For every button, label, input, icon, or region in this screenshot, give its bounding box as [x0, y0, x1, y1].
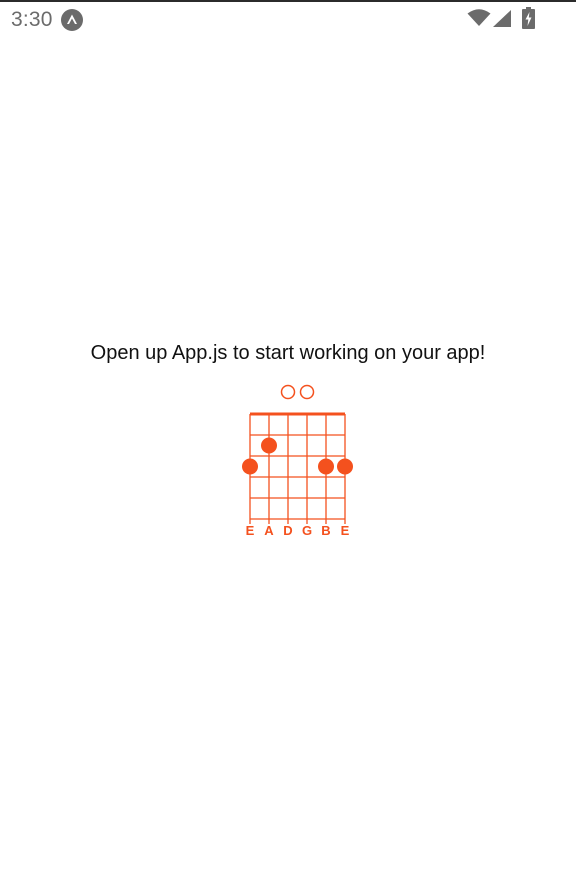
string-label: D	[283, 523, 292, 538]
status-time: 3:30	[11, 8, 53, 31]
finger-dot	[318, 458, 334, 475]
finger-dot	[261, 437, 277, 454]
battery-charging-icon	[522, 7, 535, 29]
string-label: E	[246, 523, 255, 538]
string-label: G	[302, 523, 312, 538]
finger-dot	[242, 458, 258, 475]
wifi-icon	[467, 9, 491, 26]
cellular-signal-icon	[493, 10, 511, 27]
string-label: B	[321, 523, 330, 538]
open-string-marker	[299, 384, 315, 400]
chord-diagram: EADGBE	[242, 384, 353, 538]
open-string-marker	[280, 384, 296, 400]
expo-icon	[61, 9, 83, 31]
welcome-message: Open up App.js to start working on your …	[90, 342, 486, 364]
finger-dot	[337, 458, 353, 475]
app-screen: 3:30 Open up App.js to start working on …	[0, 0, 576, 890]
string-label: E	[341, 523, 350, 538]
string-label: A	[264, 523, 274, 538]
